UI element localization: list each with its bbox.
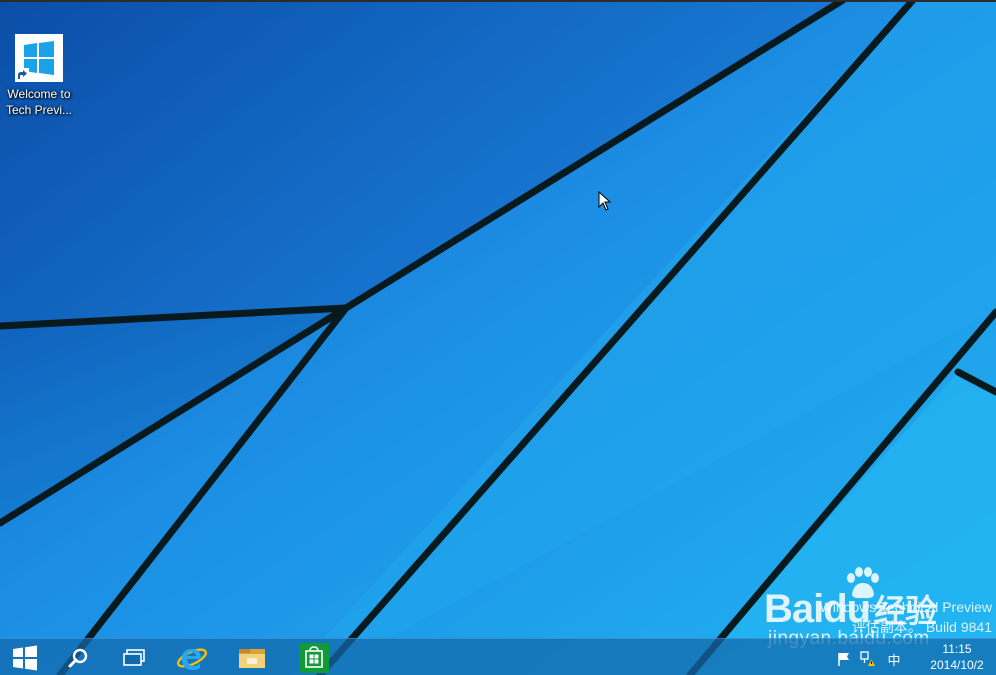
- internet-explorer-icon: [176, 647, 208, 670]
- watermark-build: 评估副本。 Build 9841: [851, 619, 992, 635]
- wallpaper: [0, 0, 996, 675]
- search-button[interactable]: [60, 639, 96, 675]
- clock[interactable]: 11:15 2014/10/2: [924, 641, 990, 673]
- system-tray: 中 11:15 2014/10/2: [836, 639, 996, 675]
- window-top-border: [0, 0, 996, 2]
- start-button[interactable]: [6, 639, 44, 675]
- desktop-watermark: Windows Technical Preview 评估副本。 Build 98…: [820, 597, 992, 637]
- store-button[interactable]: [294, 639, 334, 675]
- store-icon: [299, 642, 329, 673]
- desktop-shortcut-label: Welcome to Tech Previ...: [5, 87, 73, 117]
- windows-logo-icon: [15, 34, 63, 82]
- action-center-flag-icon[interactable]: [836, 651, 852, 667]
- internet-explorer-button[interactable]: [172, 639, 212, 675]
- desktop[interactable]: Welcome to Tech Previ... Windows Technic…: [0, 0, 996, 675]
- clock-time: 11:15: [942, 642, 972, 656]
- desktop-shortcut-welcome[interactable]: Welcome to Tech Previ...: [2, 34, 76, 118]
- task-view-button[interactable]: [115, 639, 153, 675]
- mouse-cursor-icon: [598, 191, 612, 211]
- ime-indicator[interactable]: 中: [886, 651, 902, 668]
- network-icon[interactable]: [860, 651, 876, 667]
- windows-logo-icon: [13, 645, 37, 670]
- watermark-edition: Windows Technical Preview: [819, 599, 992, 615]
- search-icon: [68, 648, 88, 667]
- shortcut-arrow-icon: [15, 68, 29, 82]
- task-view-icon: [123, 648, 145, 666]
- folder-icon: [239, 648, 265, 668]
- clock-date: 2014/10/2: [930, 658, 984, 672]
- taskbar: 中 11:15 2014/10/2: [0, 638, 996, 675]
- file-explorer-button[interactable]: [232, 639, 272, 675]
